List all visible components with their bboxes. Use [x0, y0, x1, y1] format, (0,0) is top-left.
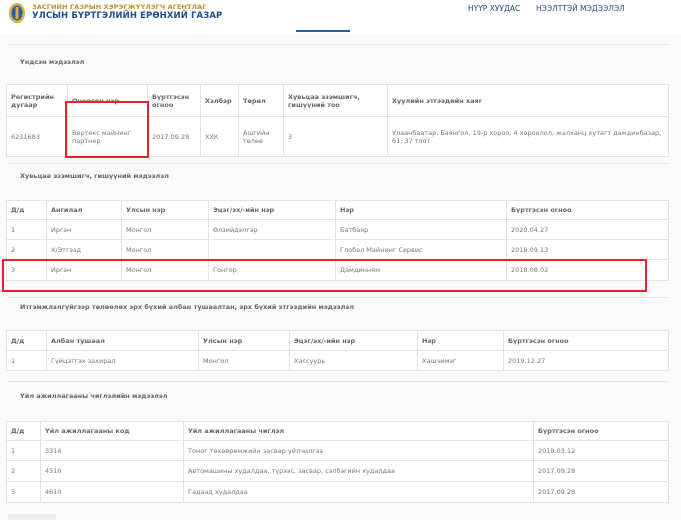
table-row: 2 Х/Этгээд Монгол Глобал Майнинг Сервис …	[6, 239, 669, 260]
col-header: Бүртгэсэн огноо	[506, 200, 669, 220]
cell: 4610	[40, 481, 184, 503]
register-date: 2017.09.28	[147, 116, 201, 157]
cell: 2	[6, 239, 47, 260]
col-header: Нэр	[335, 200, 507, 220]
cell: Монгол	[121, 219, 209, 240]
active-tab-indicator	[296, 30, 350, 32]
col-header: Албан тушаал	[46, 330, 199, 351]
nav-home-link[interactable]: НҮҮР ХУУДАС	[468, 4, 520, 13]
col-header: Улсын нэр	[198, 330, 290, 351]
cell: Монгол	[121, 239, 209, 260]
cell: Х/Этгээд	[46, 239, 122, 260]
col-header: Хувьцаа эзэмшигч, гишүүний тоо	[283, 84, 388, 117]
col-header: Хэлбэр	[200, 84, 239, 117]
cell: Өлзийдэлгэр	[208, 219, 336, 240]
cell: Хассуурь	[289, 350, 418, 371]
officials-table: Д/д Албан тушаал Улсын нэр Эцэг/эх/-ийн …	[6, 330, 669, 371]
activities-title: Үйл ажиллагааны чиглэлийн мэдээлэл	[20, 392, 168, 400]
col-header: Хуулийн этгээдийн хаяг	[387, 84, 669, 117]
table-header-row: Д/д Үйл ажиллагааны код Үйл ажиллагааны …	[6, 421, 669, 441]
highlight-box-shareholder-row	[2, 259, 647, 292]
cell: Гадаад худалдаа	[183, 481, 534, 503]
horizontal-scrollbar[interactable]	[8, 514, 56, 520]
section-divider	[8, 297, 668, 298]
cell: 3	[6, 481, 41, 503]
col-header: Д/д	[6, 330, 47, 351]
company-type: Ашгийн төлөө	[238, 116, 284, 157]
shareholders-title: Хувьцаа эзэмшигч, гишүүний мэдээлэл	[20, 172, 169, 180]
agency-name: УЛСЫН БҮРТГЭЛИЙН ЕРӨНХИЙ ГАЗАР	[32, 11, 223, 21]
cell: Тоног төхөөрөмжийн засвар үйлчилгээ	[183, 440, 534, 461]
col-header: Бүртгэсэн огноо	[147, 84, 201, 117]
cell: 2018.09.13	[506, 239, 669, 260]
table-row: 1 Иргэн Монгол Өлзийдэлгэр Батбаяр 2020.…	[6, 219, 669, 240]
nav-open-info-link[interactable]: НЭЭЛТТЭЙ МЭДЭЭЛЭЛ	[536, 4, 625, 13]
cell: 1	[6, 219, 47, 240]
section-divider	[8, 163, 668, 164]
table-row: 1 3314 Тоног төхөөрөмжийн засвар үйлчилг…	[6, 440, 669, 461]
col-header: Д/д	[6, 200, 47, 220]
company-form: ХХК	[200, 116, 239, 157]
cell: 1	[6, 350, 47, 371]
basic-info-title: Үндсэн мэдээлэл	[20, 58, 85, 66]
agency-line: ЗАСГИЙН ГАЗРЫН ХЭРЭГЖҮҮЛЭГЧ АГЕНТЛАГ	[32, 3, 207, 11]
col-header: Бүртгэсэн огноо	[533, 421, 669, 441]
table-header-row: Д/д Ангилал Улсын нэр Эцэг/эх/-ийн нэр Н…	[6, 200, 669, 220]
cell: Иргэн	[46, 219, 122, 240]
shareholder-count: 3	[283, 116, 388, 157]
cell: Гүйцэтгэх захирал	[46, 350, 199, 371]
col-header: Д/д	[6, 421, 41, 441]
emblem-logo-icon	[9, 3, 25, 23]
cell: 2017.09.28	[533, 481, 669, 503]
col-header: Үйл ажиллагааны чиглэл	[183, 421, 534, 441]
cell: 3314	[40, 440, 184, 461]
officials-title: Итгэмжлэлгүйгээр төлөөлөх эрх бүхий алба…	[20, 303, 355, 311]
table-header-row: Д/д Албан тушаал Улсын нэр Эцэг/эх/-ийн …	[6, 330, 669, 351]
cell: 2017.09.28	[533, 460, 669, 482]
site-header: ЗАСГИЙН ГАЗРЫН ХЭРЭГЖҮҮЛЭГЧ АГЕНТЛАГ УЛС…	[0, 0, 681, 34]
cell	[208, 239, 336, 260]
cell: Монгол	[198, 350, 290, 371]
cell: Батбаяр	[335, 219, 507, 240]
cell: 2018.03.12	[533, 440, 669, 461]
col-header: Улсын нэр	[121, 200, 209, 220]
col-header: Эцэг/эх/-ийн нэр	[208, 200, 336, 220]
table-row: 3 4610 Гадаад худалдаа 2017.09.28	[6, 481, 669, 503]
col-header: Бүртгэсэн огноо	[503, 330, 669, 351]
legal-address: Улаанбаатар, Баянгол, 19-р хороо, 4 хоро…	[387, 116, 669, 157]
col-header: Эцэг/эх/-ийн нэр	[289, 330, 418, 351]
section-divider	[8, 44, 668, 45]
cell: Хашчимэг	[417, 350, 504, 371]
activities-table: Д/д Үйл ажиллагааны код Үйл ажиллагааны …	[6, 421, 669, 503]
register-number: 6231683	[6, 116, 68, 157]
cell: Глобал Майнинг Сервис	[335, 239, 507, 260]
col-header: Үйл ажиллагааны код	[40, 421, 184, 441]
col-header: Ангилал	[46, 200, 122, 220]
cell: 2020.04.27	[506, 219, 669, 240]
cell: 2	[6, 460, 41, 482]
highlight-box-company-name	[65, 101, 149, 158]
section-divider	[8, 381, 668, 382]
cell: 4510	[40, 460, 184, 482]
table-row: 2 4510 Автомашины худалдаа, түрээс, засв…	[6, 460, 669, 482]
col-header: Төрөл	[238, 84, 284, 117]
cell: 2019.12.27	[503, 350, 669, 371]
table-row: 1 Гүйцэтгэх захирал Монгол Хассуурь Хашч…	[6, 350, 669, 371]
col-header: Нэр	[417, 330, 504, 351]
col-header: Регистрийн дугаар	[6, 84, 68, 117]
cell: 1	[6, 440, 41, 461]
cell: Автомашины худалдаа, түрээс, засвар, сэл…	[183, 460, 534, 482]
